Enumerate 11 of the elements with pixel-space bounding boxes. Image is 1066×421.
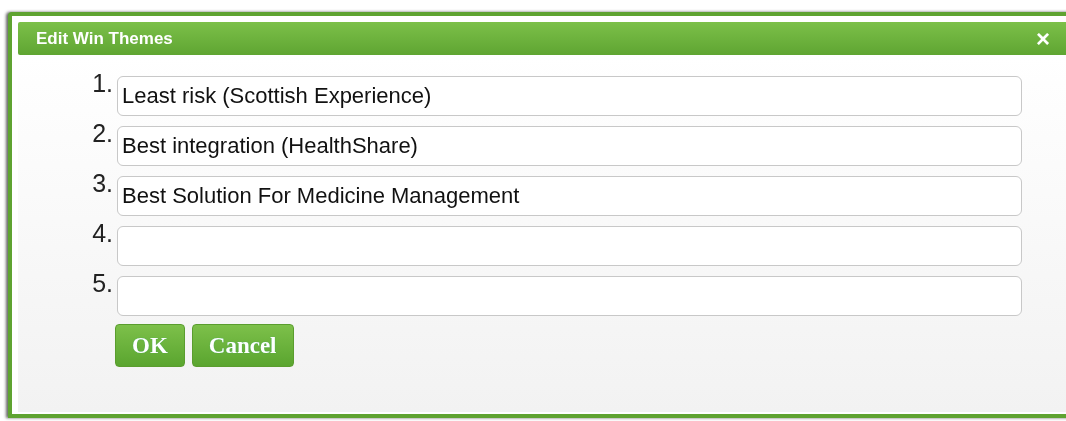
theme-input-field[interactable] [117, 276, 1022, 316]
item-number: 5. [91, 269, 114, 298]
theme-input-field[interactable]: Least risk (Scottish Experience) [117, 76, 1022, 116]
item-number: 2. [91, 119, 114, 148]
dialog-title: Edit Win Themes [36, 28, 173, 49]
theme-input-field[interactable]: Best Solution For Medicine Management [117, 176, 1022, 216]
theme-input-field[interactable] [117, 226, 1022, 266]
item-number: 4. [91, 219, 114, 248]
item-number: 3. [91, 169, 114, 198]
theme-input-field[interactable]: Best integration (HealthShare) [117, 126, 1022, 166]
item-number: 1. [91, 69, 114, 98]
